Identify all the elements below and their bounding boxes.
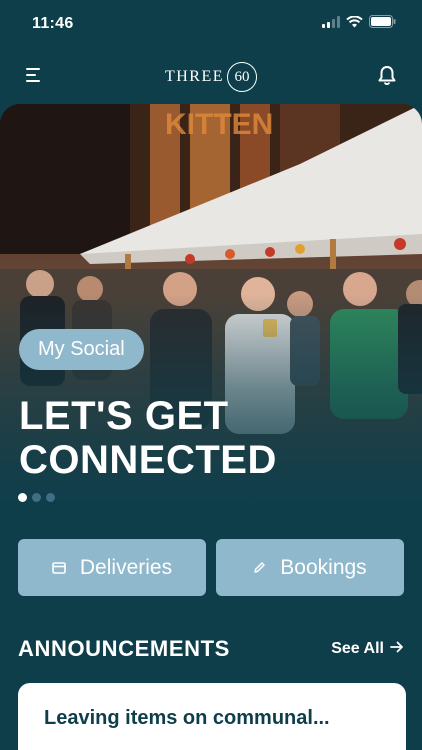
- logo-text: THREE: [164, 68, 225, 85]
- deliveries-label: Deliveries: [79, 555, 173, 579]
- carousel-dots: [18, 493, 55, 502]
- hero-badge: My Social: [19, 329, 144, 370]
- notifications-button[interactable]: [372, 62, 402, 92]
- announcement-title: Leaving items on communal...: [44, 707, 330, 729]
- bell-icon: [378, 65, 396, 90]
- hero-carousel[interactable]: KITTEN My Social LET'S GET CONNECTED: [0, 104, 422, 504]
- menu-icon: [26, 67, 44, 87]
- deliveries-button[interactable]: Deliveries: [18, 539, 206, 596]
- quick-actions: Deliveries Bookings: [18, 539, 404, 596]
- carousel-dot[interactable]: [18, 493, 27, 502]
- announcement-card[interactable]: Leaving items on communal...: [18, 683, 406, 750]
- arrow-right-icon: [390, 640, 404, 658]
- status-time: 11:46: [32, 15, 74, 32]
- carousel-dot[interactable]: [46, 493, 55, 502]
- see-all-link[interactable]: See All: [331, 640, 404, 658]
- menu-button[interactable]: [20, 62, 50, 92]
- wifi-icon: [346, 15, 363, 33]
- battery-icon: [369, 15, 396, 33]
- announcements-header: ANNOUNCEMENTS See All: [18, 636, 404, 662]
- signal-icon: [322, 15, 340, 33]
- logo-number: 60: [234, 68, 250, 85]
- app-logo: THREE 60: [164, 62, 258, 92]
- app-header: THREE 60: [0, 50, 422, 104]
- carousel-dot[interactable]: [32, 493, 41, 502]
- status-icons: [322, 15, 396, 33]
- hero-title: LET'S GET CONNECTED: [19, 394, 277, 482]
- pencil-icon: [253, 556, 266, 580]
- see-all-label: See All: [331, 640, 384, 657]
- bookings-label: Bookings: [280, 555, 367, 579]
- status-bar: 11:46: [0, 0, 422, 48]
- box-icon: [52, 556, 66, 580]
- logo-circle: 60: [227, 62, 258, 92]
- svg-text:KITTEN: KITTEN: [165, 108, 273, 141]
- section-title: ANNOUNCEMENTS: [18, 636, 230, 661]
- bookings-button[interactable]: Bookings: [216, 539, 404, 596]
